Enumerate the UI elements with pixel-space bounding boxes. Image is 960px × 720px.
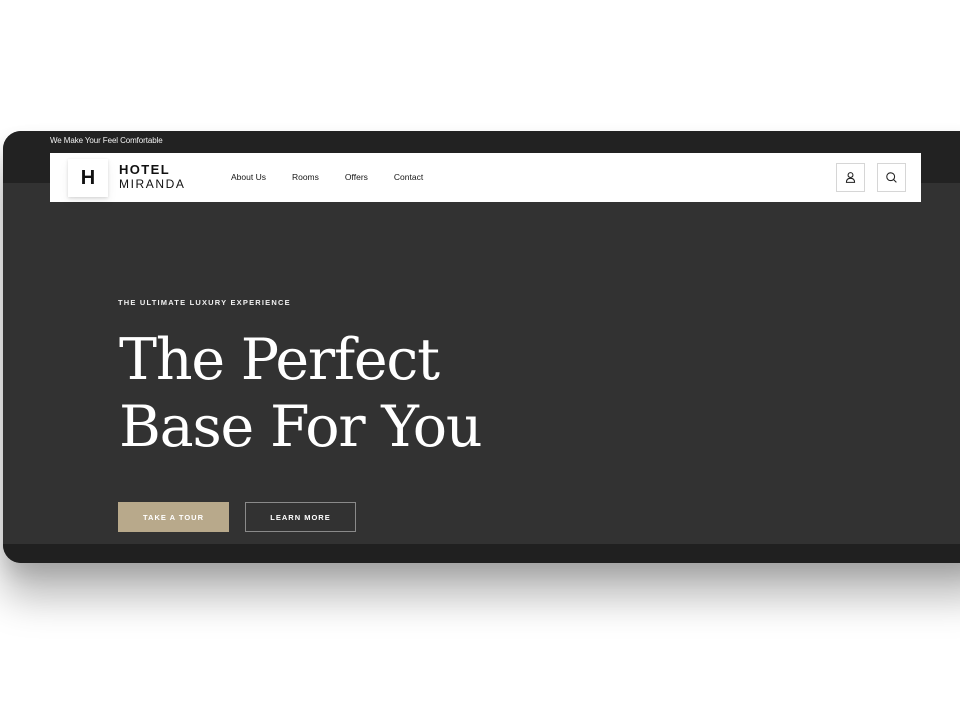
hero-section: THE ULTIMATE LUXURY EXPERIENCE The Perfe… xyxy=(3,183,960,544)
nav-item-offers[interactable]: Offers xyxy=(345,172,368,182)
account-button[interactable] xyxy=(836,163,865,192)
hero-headline: The Perfect Base For You xyxy=(119,327,539,461)
brand-name[interactable]: HOTEL MIRANDA xyxy=(119,162,186,192)
website-mockup-frame: We Make Your Feel Comfortable THE ULTIMA… xyxy=(3,131,960,563)
hero-headline-line1: The Perfect xyxy=(119,327,440,393)
search-button[interactable] xyxy=(877,163,906,192)
brand-line-hotel: HOTEL xyxy=(119,162,171,177)
bottom-bar xyxy=(3,544,960,563)
main-navbar: H HOTEL MIRANDA About Us Rooms Offers Co… xyxy=(50,153,921,202)
take-a-tour-button[interactable]: TAKE A TOUR xyxy=(118,502,229,532)
nav-item-contact[interactable]: Contact xyxy=(394,172,423,182)
page: We Make Your Feel Comfortable THE ULTIMA… xyxy=(0,0,960,720)
hero-headline-line2: Base For You xyxy=(119,394,483,460)
hero-eyebrow: THE ULTIMATE LUXURY EXPERIENCE xyxy=(118,298,291,307)
nav-links: About Us Rooms Offers Contact xyxy=(231,172,423,182)
search-icon xyxy=(886,172,897,183)
topbar-tagline: We Make Your Feel Comfortable xyxy=(50,136,163,145)
logo-mark[interactable]: H xyxy=(68,159,108,197)
nav-item-rooms[interactable]: Rooms xyxy=(292,172,319,182)
user-icon xyxy=(845,172,856,183)
brand-line-miranda: MIRANDA xyxy=(119,177,186,191)
nav-item-about-us[interactable]: About Us xyxy=(231,172,266,182)
learn-more-button[interactable]: LEARN MORE xyxy=(245,502,356,532)
